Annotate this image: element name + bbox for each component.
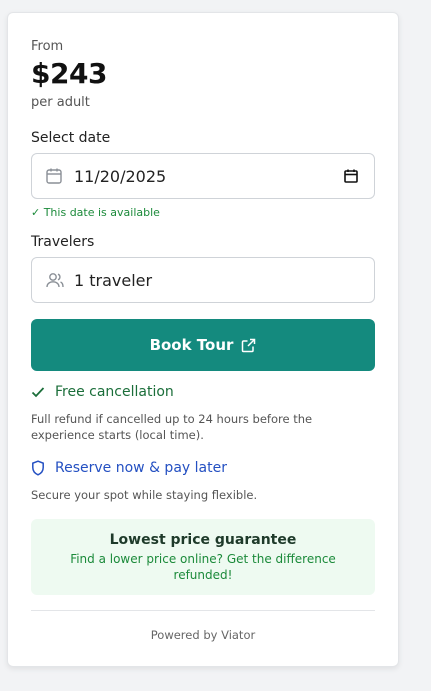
external-link-icon xyxy=(241,338,256,353)
price-guarantee-title: Lowest price guarantee xyxy=(109,532,297,548)
shield-icon xyxy=(31,460,47,476)
free-cancellation-title: Free cancellation xyxy=(55,384,174,400)
date-availability-status: ✓ This date is available xyxy=(31,206,160,219)
calendar-icon xyxy=(45,166,65,186)
book-tour-label: Book Tour xyxy=(149,336,234,354)
travelers-selector[interactable]: 1 traveler xyxy=(31,257,375,303)
price-guarantee-box: Lowest price guarantee Find a lower pric… xyxy=(31,519,375,595)
book-tour-button[interactable]: Book Tour xyxy=(31,319,375,371)
powered-by-text: Powered by Viator xyxy=(150,628,256,642)
footer-divider xyxy=(31,610,375,611)
date-value: 11/20/2025 xyxy=(74,166,167,186)
price-guarantee-description: Find a lower price online? Get the diffe… xyxy=(70,552,336,582)
reserve-now-title: Reserve now & pay later xyxy=(55,460,227,476)
reserve-now-pay-later[interactable]: Reserve now & pay later xyxy=(31,460,375,476)
select-date-label: Select date xyxy=(31,130,111,146)
free-cancellation: Free cancellation xyxy=(31,384,375,400)
price-from-label: From xyxy=(31,39,64,54)
price-amount: $243 xyxy=(31,57,107,90)
booking-card: From $243 per adult Select date 11/20/20… xyxy=(7,12,399,667)
travelers-value: 1 traveler xyxy=(74,270,153,290)
date-input[interactable]: 11/20/2025 xyxy=(31,153,375,199)
price-unit: per adult xyxy=(31,95,90,110)
calendar-picker-icon[interactable] xyxy=(343,167,361,185)
travelers-label: Travelers xyxy=(31,234,95,250)
reserve-now-description: Secure your spot while staying flexible. xyxy=(31,488,258,502)
users-icon xyxy=(45,270,65,290)
check-icon xyxy=(31,384,47,400)
free-cancellation-description: Full refund if cancelled up to 24 hours … xyxy=(31,412,313,442)
